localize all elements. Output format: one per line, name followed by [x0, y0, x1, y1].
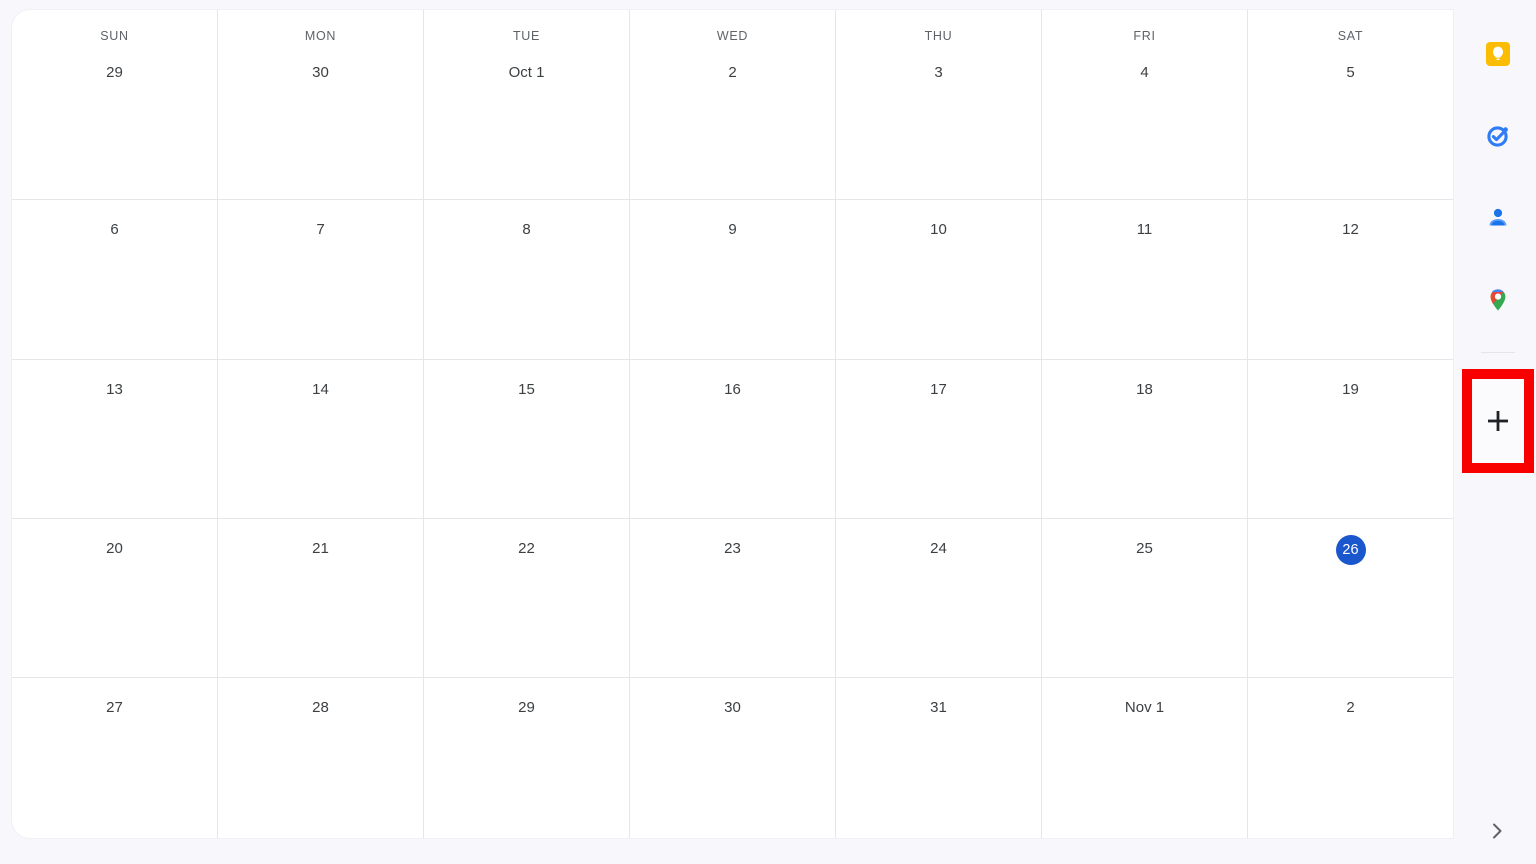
day-of-week-label: TUE — [512, 29, 541, 43]
google-contacts-icon[interactable] — [1476, 196, 1520, 240]
calendar-day-cell[interactable]: 16 — [630, 360, 836, 518]
day-number[interactable]: 20 — [102, 535, 128, 561]
day-number[interactable]: 25 — [1132, 535, 1158, 561]
calendar-day-cell[interactable]: THU 3 — [836, 10, 1042, 199]
day-number[interactable]: 16 — [720, 376, 746, 402]
day-number[interactable]: 7 — [308, 216, 334, 242]
day-number[interactable]: 6 — [102, 216, 128, 242]
day-number[interactable]: 11 — [1132, 216, 1158, 242]
add-button-container — [1462, 369, 1534, 473]
day-number[interactable]: 15 — [514, 376, 540, 402]
chevron-right-icon[interactable] — [1480, 814, 1514, 848]
calendar-day-cell[interactable]: 2 — [1248, 678, 1453, 838]
day-number[interactable]: 14 — [308, 376, 334, 402]
day-of-week-label: WED — [716, 29, 749, 43]
calendar-day-cell[interactable]: 29 — [424, 678, 630, 838]
calendar-day-cell[interactable]: MON 30 — [218, 10, 424, 199]
calendar-day-cell[interactable]: 18 — [1042, 360, 1248, 518]
google-tasks-icon[interactable] — [1476, 114, 1520, 158]
calendar-day-cell[interactable]: 15 — [424, 360, 630, 518]
day-number[interactable]: 29 — [514, 694, 540, 720]
calendar-week-row: SUN 29 MON 30 TUE Oct 1 WED 2 THU 3 FRI … — [12, 10, 1453, 200]
calendar-day-cell[interactable]: 30 — [630, 678, 836, 838]
calendar-day-cell[interactable]: 10 — [836, 200, 1042, 359]
day-of-week-label: SUN — [100, 29, 129, 43]
day-number[interactable]: 18 — [1132, 376, 1158, 402]
day-of-week-label: FRI — [1133, 29, 1156, 43]
calendar-grid: SUN 29 MON 30 TUE Oct 1 WED 2 THU 3 FRI … — [12, 10, 1453, 838]
day-number[interactable]: 10 — [926, 216, 952, 242]
calendar-week-row: 13 14 15 16 17 18 19 — [12, 360, 1453, 519]
calendar-day-cell[interactable]: Nov 1 — [1042, 678, 1248, 838]
calendar-day-cell[interactable]: 25 — [1042, 519, 1248, 677]
calendar-day-cell-today[interactable]: 26 — [1248, 519, 1453, 677]
calendar-day-cell[interactable]: 31 — [836, 678, 1042, 838]
day-number[interactable]: 3 — [926, 60, 952, 86]
calendar-month-view: SUN 29 MON 30 TUE Oct 1 WED 2 THU 3 FRI … — [0, 0, 1536, 864]
day-number[interactable]: 8 — [514, 216, 540, 242]
day-number[interactable]: 31 — [926, 694, 952, 720]
google-maps-icon[interactable] — [1476, 278, 1520, 322]
day-number[interactable]: 23 — [720, 535, 746, 561]
calendar-day-cell[interactable]: 17 — [836, 360, 1042, 518]
calendar-day-cell[interactable]: 28 — [218, 678, 424, 838]
day-number[interactable]: 12 — [1338, 216, 1364, 242]
day-number[interactable]: 30 — [308, 60, 334, 86]
calendar-day-cell[interactable]: 23 — [630, 519, 836, 677]
calendar-day-cell[interactable]: 27 — [12, 678, 218, 838]
day-number[interactable]: Oct 1 — [505, 60, 549, 86]
day-number[interactable]: 21 — [308, 535, 334, 561]
calendar-day-cell[interactable]: SAT 5 — [1248, 10, 1453, 199]
calendar-day-cell[interactable]: 8 — [424, 200, 630, 359]
day-number[interactable]: 2 — [1338, 694, 1364, 720]
calendar-day-cell[interactable]: 20 — [12, 519, 218, 677]
day-number[interactable]: 30 — [720, 694, 746, 720]
calendar-day-cell[interactable]: 11 — [1042, 200, 1248, 359]
add-apps-plus-icon[interactable] — [1481, 404, 1515, 438]
calendar-day-cell[interactable]: 9 — [630, 200, 836, 359]
calendar-day-cell[interactable]: 13 — [12, 360, 218, 518]
day-number[interactable]: 24 — [926, 535, 952, 561]
day-number[interactable]: 13 — [102, 376, 128, 402]
calendar-week-row: 6 7 8 9 10 11 12 — [12, 200, 1453, 360]
calendar-day-cell[interactable]: WED 2 — [630, 10, 836, 199]
calendar-week-row: 20 21 22 23 24 25 26 — [12, 519, 1453, 678]
calendar-day-cell[interactable]: FRI 4 — [1042, 10, 1248, 199]
day-number-today[interactable]: 26 — [1335, 535, 1366, 565]
calendar-day-cell[interactable]: 6 — [12, 200, 218, 359]
day-number[interactable]: 5 — [1338, 60, 1364, 86]
google-apps-side-panel — [1460, 0, 1536, 864]
day-number[interactable]: Nov 1 — [1121, 694, 1168, 720]
day-of-week-label: SAT — [1337, 29, 1364, 43]
calendar-week-row: 27 28 29 30 31 Nov 1 2 — [12, 678, 1453, 838]
calendar-day-cell[interactable]: TUE Oct 1 — [424, 10, 630, 199]
day-number[interactable]: 2 — [720, 60, 746, 86]
day-number[interactable]: 22 — [514, 535, 540, 561]
day-number[interactable]: 27 — [102, 694, 128, 720]
calendar-day-cell[interactable]: 7 — [218, 200, 424, 359]
calendar-day-cell[interactable]: 12 — [1248, 200, 1453, 359]
calendar-day-cell[interactable]: 24 — [836, 519, 1042, 677]
side-panel-divider — [1481, 352, 1515, 353]
day-number[interactable]: 4 — [1132, 60, 1158, 86]
day-number[interactable]: 28 — [308, 694, 334, 720]
day-number[interactable]: 19 — [1338, 376, 1364, 402]
calendar-day-cell[interactable]: 19 — [1248, 360, 1453, 518]
calendar-day-cell[interactable]: 21 — [218, 519, 424, 677]
day-of-week-label: MON — [304, 29, 337, 43]
day-number[interactable]: 9 — [720, 216, 746, 242]
day-number[interactable]: 17 — [926, 376, 952, 402]
day-of-week-label: THU — [924, 29, 953, 43]
calendar-day-cell[interactable]: 22 — [424, 519, 630, 677]
calendar-day-cell[interactable]: 14 — [218, 360, 424, 518]
google-keep-icon[interactable] — [1476, 32, 1520, 76]
day-number[interactable]: 29 — [102, 60, 128, 86]
calendar-day-cell[interactable]: SUN 29 — [12, 10, 218, 199]
